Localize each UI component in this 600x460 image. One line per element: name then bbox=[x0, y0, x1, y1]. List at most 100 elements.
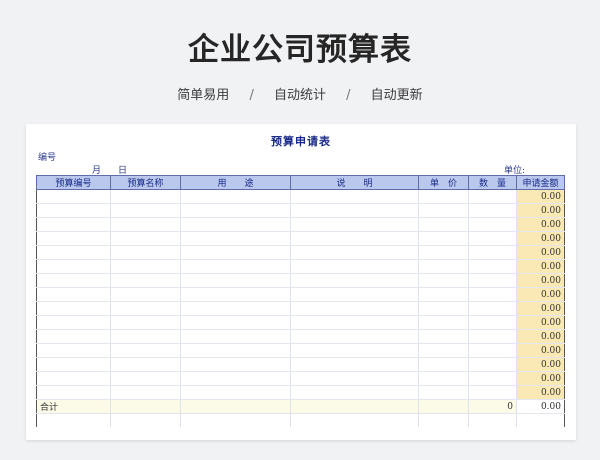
amount-cell[interactable]: 0.00 bbox=[516, 259, 565, 274]
table-cell[interactable] bbox=[418, 343, 469, 358]
table-cell[interactable] bbox=[468, 259, 517, 274]
table-cell[interactable] bbox=[180, 231, 291, 246]
amount-cell[interactable]: 0.00 bbox=[516, 301, 565, 316]
table-cell[interactable] bbox=[418, 329, 469, 344]
amount-cell[interactable]: 0.00 bbox=[516, 287, 565, 302]
table-cell[interactable] bbox=[110, 259, 181, 274]
table-cell[interactable] bbox=[36, 231, 111, 246]
table-cell[interactable] bbox=[468, 315, 517, 330]
table-cell[interactable] bbox=[418, 259, 469, 274]
table-cell[interactable] bbox=[36, 357, 111, 372]
table-cell[interactable] bbox=[468, 385, 517, 400]
table-cell[interactable] bbox=[180, 259, 291, 274]
amount-cell[interactable]: 0.00 bbox=[516, 245, 565, 260]
table-cell[interactable] bbox=[36, 189, 111, 204]
table-cell[interactable] bbox=[468, 217, 517, 232]
table-cell[interactable] bbox=[180, 203, 291, 218]
table-cell[interactable] bbox=[468, 245, 517, 260]
amount-cell[interactable]: 0.00 bbox=[516, 371, 565, 386]
table-cell[interactable] bbox=[110, 371, 181, 386]
table-cell[interactable] bbox=[290, 259, 419, 274]
table-cell[interactable] bbox=[180, 189, 291, 204]
table-cell[interactable] bbox=[180, 343, 291, 358]
table-cell[interactable] bbox=[290, 343, 419, 358]
table-cell[interactable] bbox=[36, 329, 111, 344]
table-cell[interactable] bbox=[110, 301, 181, 316]
table-cell[interactable] bbox=[468, 371, 517, 386]
table-cell[interactable] bbox=[468, 301, 517, 316]
amount-cell[interactable]: 0.00 bbox=[516, 329, 565, 344]
table-cell[interactable] bbox=[468, 273, 517, 288]
table-cell[interactable] bbox=[110, 189, 181, 204]
table-cell[interactable] bbox=[418, 203, 469, 218]
table-cell[interactable] bbox=[290, 273, 419, 288]
table-cell[interactable] bbox=[110, 287, 181, 302]
table-cell[interactable] bbox=[180, 371, 291, 386]
table-cell[interactable] bbox=[418, 231, 469, 246]
table-cell[interactable] bbox=[36, 287, 111, 302]
table-cell[interactable] bbox=[290, 329, 419, 344]
table-cell[interactable] bbox=[418, 385, 469, 400]
table-cell[interactable] bbox=[180, 315, 291, 330]
table-cell[interactable] bbox=[180, 329, 291, 344]
amount-cell[interactable]: 0.00 bbox=[516, 315, 565, 330]
table-cell[interactable] bbox=[36, 315, 111, 330]
table-cell[interactable] bbox=[110, 203, 181, 218]
table-cell[interactable] bbox=[110, 385, 181, 400]
table-cell[interactable] bbox=[290, 315, 419, 330]
table-cell[interactable] bbox=[418, 301, 469, 316]
table-cell[interactable] bbox=[180, 385, 291, 400]
amount-cell[interactable]: 0.00 bbox=[516, 217, 565, 232]
table-cell[interactable] bbox=[36, 273, 111, 288]
table-cell[interactable] bbox=[290, 245, 419, 260]
table-cell[interactable] bbox=[418, 189, 469, 204]
table-cell[interactable] bbox=[180, 245, 291, 260]
table-cell[interactable] bbox=[180, 301, 291, 316]
table-cell[interactable] bbox=[418, 217, 469, 232]
table-cell[interactable] bbox=[110, 315, 181, 330]
table-cell[interactable] bbox=[290, 231, 419, 246]
table-cell[interactable] bbox=[180, 357, 291, 372]
table-cell[interactable] bbox=[290, 385, 419, 400]
table-cell[interactable] bbox=[110, 273, 181, 288]
amount-cell[interactable]: 0.00 bbox=[516, 189, 565, 204]
table-cell[interactable] bbox=[468, 357, 517, 372]
table-cell[interactable] bbox=[36, 245, 111, 260]
table-cell[interactable] bbox=[290, 301, 419, 316]
table-cell[interactable] bbox=[180, 273, 291, 288]
table-cell[interactable] bbox=[36, 203, 111, 218]
table-cell[interactable] bbox=[468, 343, 517, 358]
table-cell[interactable] bbox=[468, 329, 517, 344]
table-cell[interactable] bbox=[36, 301, 111, 316]
table-cell[interactable] bbox=[36, 385, 111, 400]
table-cell[interactable] bbox=[468, 231, 517, 246]
table-cell[interactable] bbox=[468, 189, 517, 204]
table-cell[interactable] bbox=[110, 343, 181, 358]
table-cell[interactable] bbox=[468, 203, 517, 218]
table-cell[interactable] bbox=[110, 245, 181, 260]
table-cell[interactable] bbox=[468, 287, 517, 302]
amount-cell[interactable]: 0.00 bbox=[516, 385, 565, 400]
table-cell[interactable] bbox=[110, 357, 181, 372]
amount-cell[interactable]: 0.00 bbox=[516, 231, 565, 246]
table-cell[interactable] bbox=[110, 329, 181, 344]
amount-cell[interactable]: 0.00 bbox=[516, 203, 565, 218]
table-cell[interactable] bbox=[290, 371, 419, 386]
table-cell[interactable] bbox=[418, 287, 469, 302]
table-cell[interactable] bbox=[418, 245, 469, 260]
table-cell[interactable] bbox=[36, 343, 111, 358]
table-cell[interactable] bbox=[180, 217, 291, 232]
amount-cell[interactable]: 0.00 bbox=[516, 343, 565, 358]
table-cell[interactable] bbox=[290, 189, 419, 204]
table-cell[interactable] bbox=[418, 273, 469, 288]
amount-cell[interactable]: 0.00 bbox=[516, 357, 565, 372]
amount-cell[interactable]: 0.00 bbox=[516, 273, 565, 288]
table-cell[interactable] bbox=[180, 287, 291, 302]
table-cell[interactable] bbox=[110, 231, 181, 246]
table-cell[interactable] bbox=[290, 203, 419, 218]
table-cell[interactable] bbox=[290, 217, 419, 232]
table-cell[interactable] bbox=[290, 357, 419, 372]
table-cell[interactable] bbox=[36, 371, 111, 386]
table-cell[interactable] bbox=[418, 315, 469, 330]
table-cell[interactable] bbox=[418, 357, 469, 372]
